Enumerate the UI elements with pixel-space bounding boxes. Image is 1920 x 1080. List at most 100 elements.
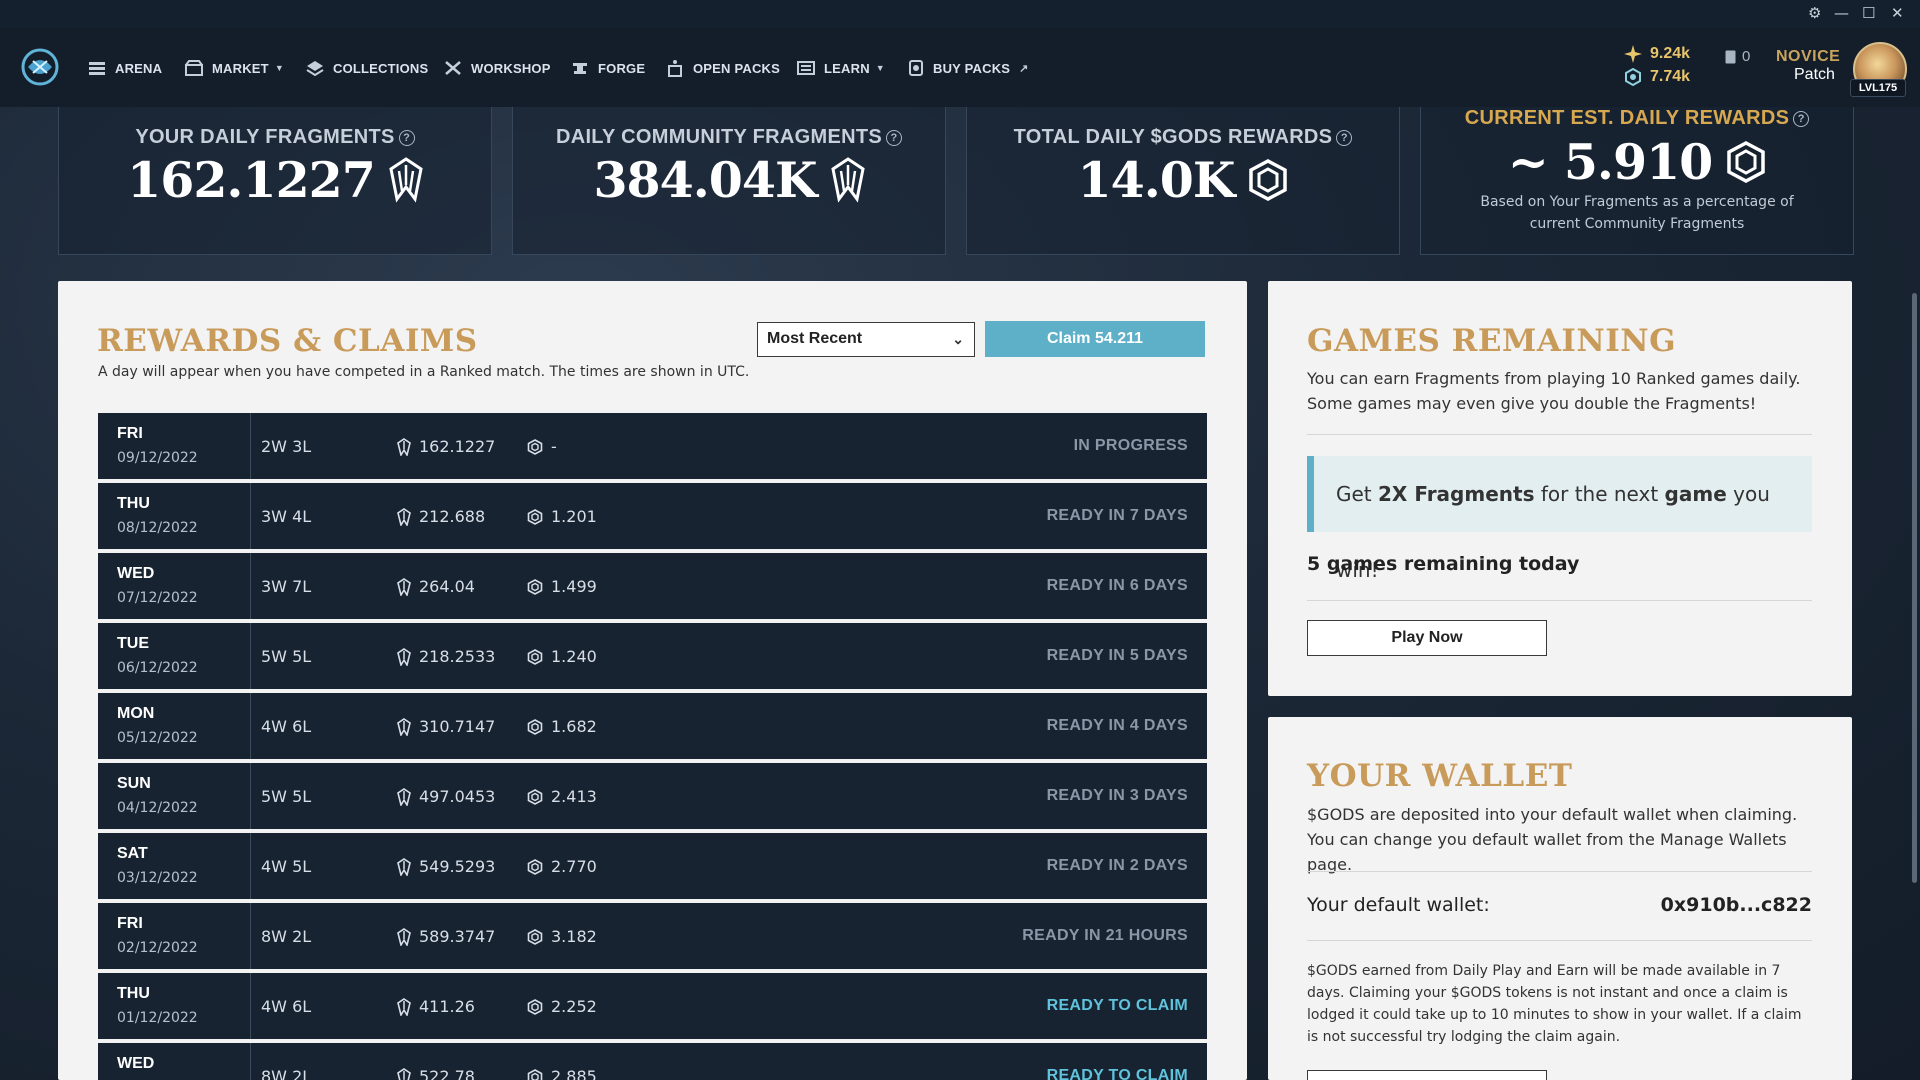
gods-token-icon [527,578,543,595]
reward-fragments: 218.2533 [397,647,495,666]
reward-status: READY IN 3 DAYS [1046,787,1188,804]
reward-status: READY IN 7 DAYS [1046,507,1188,524]
reward-record: 4W 6L [261,717,312,736]
reward-status: IN PROGRESS [1073,437,1188,454]
reward-record: 8W 2L [261,927,312,946]
reward-date: 07/12/2022 [117,590,198,606]
reward-gods: 1.240 [527,647,597,666]
tip-highlight: 2X Fragments [1378,482,1535,506]
games-title: GAMES REMAINING [1307,323,1677,359]
reward-status[interactable]: READY TO CLAIM [1047,997,1188,1015]
reward-record: 5W 5L [261,787,312,806]
reward-day: WED [117,565,155,582]
reward-day-cell: FRI 09/12/2022 [98,413,251,479]
reward-row[interactable]: THU 08/12/2022 3W 4L 212.688 1.201 READY IN 7… [98,483,1207,549]
reward-day: MON [117,705,155,722]
reward-day-cell: SAT 03/12/2022 [98,833,251,899]
reward-row[interactable]: WED 07/12/2022 3W 7L 264.04 1.499 READY IN 6 … [98,553,1207,619]
page-scrollbar[interactable] [1912,293,1917,883]
reward-row[interactable]: FRI 09/12/2022 2W 3L 162.1227 - IN PROGRESS [98,413,1207,479]
reward-gods-value: 1.499 [551,577,597,596]
reward-day: FRI [117,425,143,442]
reward-row[interactable]: FRI 02/12/2022 8W 2L 589.3747 3.182 READY IN … [98,903,1207,969]
reward-fragments-value: 549.5293 [419,857,496,876]
reward-fragments: 497.0453 [397,787,495,806]
reward-day-cell: WED [98,1043,251,1080]
reward-day-cell: WED 07/12/2022 [98,553,251,619]
reward-fragments: 264.04 [397,577,475,596]
reward-row[interactable]: THU 01/12/2022 4W 6L 411.26 2.252 READY TO CL… [98,973,1207,1039]
gods-token-icon [527,508,543,525]
reward-gods: 3.182 [527,927,597,946]
reward-row[interactable]: SUN 04/12/2022 5W 5L 497.0453 2.413 READY IN … [98,763,1207,829]
reward-date: 02/12/2022 [117,940,198,956]
reward-day-cell: MON 05/12/2022 [98,693,251,759]
reward-fragments-value: 264.04 [419,577,475,596]
gods-token-icon [527,438,543,455]
reward-date: 09/12/2022 [117,450,198,466]
reward-gods: 2.413 [527,787,597,806]
divider [1307,940,1812,941]
reward-gods: 1.682 [527,717,597,736]
reward-record: 3W 7L [261,577,312,596]
reward-gods: 2.252 [527,997,597,1016]
reward-fragments: 549.5293 [397,857,495,876]
reward-fragments-value: 497.0453 [419,787,496,806]
reward-row[interactable]: TUE 06/12/2022 5W 5L 218.2533 1.240 READY IN … [98,623,1207,689]
reward-fragments-value: 162.1227 [419,437,496,456]
reward-gods-value: 2.770 [551,857,597,876]
reward-day: TUE [117,635,149,652]
wallet-title: YOUR WALLET [1307,758,1573,794]
reward-fragments-value: 212.688 [419,507,486,526]
default-wallet-label: Your default wallet: [1307,894,1490,916]
reward-date: 03/12/2022 [117,870,198,886]
gods-token-icon [527,928,543,945]
reward-gods: 2.885 [527,1067,597,1080]
reward-status: READY IN 5 DAYS [1046,647,1188,664]
default-wallet-address: 0x910b...c822 [1660,894,1812,916]
reward-record: 2W 3L [261,437,312,456]
reward-day-cell: THU 08/12/2022 [98,483,251,549]
reward-status[interactable]: READY TO CLAIM [1047,1067,1188,1080]
gods-token-icon [527,648,543,665]
tip-text: Get [1336,482,1379,506]
reward-fragments-value: 589.3747 [419,927,496,946]
reward-fragments: 522.78 [397,1067,475,1080]
reward-day-cell: TUE 06/12/2022 [98,623,251,689]
reward-gods-value: 2.885 [551,1067,597,1080]
tip-highlight: game [1664,482,1727,506]
reward-day-cell: THU 01/12/2022 [98,973,251,1039]
reward-fragments-value: 310.7147 [419,717,496,736]
reward-status: READY IN 4 DAYS [1046,717,1188,734]
reward-row[interactable]: MON 05/12/2022 4W 6L 310.7147 1.682 READY IN … [98,693,1207,759]
reward-day: THU [117,495,150,512]
reward-fragments: 162.1227 [397,437,495,456]
reward-date: 01/12/2022 [117,1010,198,1026]
fragment-icon [397,927,411,946]
reward-status: READY IN 21 HOURS [1022,927,1188,944]
divider [1307,600,1812,601]
tip-text: for the next [1534,482,1665,506]
gods-token-icon [527,998,543,1015]
gods-token-icon [527,788,543,805]
reward-record: 4W 5L [261,857,312,876]
reward-day-cell: SUN 04/12/2022 [98,763,251,829]
fragment-icon [397,577,411,596]
wallet-note: $GODS earned from Daily Play and Earn wi… [1307,963,1802,1045]
games-remaining-count: 5 games remaining today [1307,553,1580,575]
divider [1307,871,1812,872]
double-fragments-tip: Get 2X Fragments for the next game you w… [1307,456,1812,582]
play-now-button[interactable]: Play Now [1307,620,1547,656]
gods-token-icon [527,718,543,735]
reward-day: FRI [117,915,143,932]
gods-token-icon [527,1068,543,1080]
reward-gods: 1.499 [527,577,597,596]
reward-row[interactable]: WED 8W 2L 522.78 2.885 READY TO CLAIM [98,1043,1207,1080]
reward-day: THU [117,985,150,1002]
reward-fragments-value: 218.2533 [419,647,496,666]
manage-wallets-button[interactable] [1307,1070,1547,1080]
reward-row[interactable]: SAT 03/12/2022 4W 5L 549.5293 2.770 READY IN … [98,833,1207,899]
games-description: You can earn Fragments from playing 10 R… [1307,369,1801,413]
fragment-icon [397,647,411,666]
reward-status: READY IN 6 DAYS [1046,577,1188,594]
